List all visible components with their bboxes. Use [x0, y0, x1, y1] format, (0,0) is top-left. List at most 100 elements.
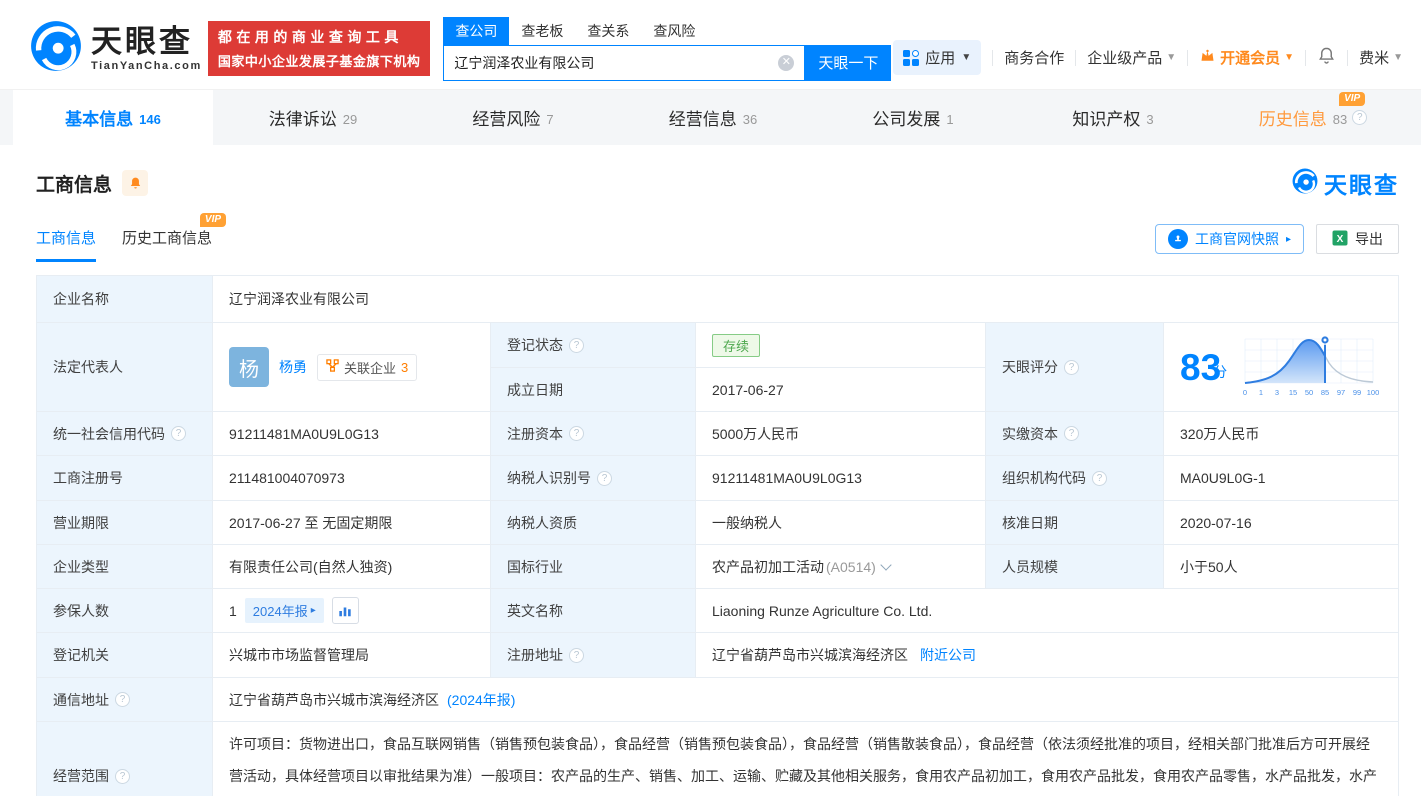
- field-value-taxpayer-quality: 一般纳税人: [696, 501, 986, 545]
- apps-grid-icon: [903, 49, 920, 66]
- help-icon[interactable]: ?: [1092, 470, 1107, 486]
- tab-label: 公司发展: [872, 110, 941, 129]
- tab-label: 经营风险: [472, 110, 541, 129]
- related-companies-badge[interactable]: 关联企业 3: [317, 353, 418, 381]
- nearby-companies-link[interactable]: 附近公司: [920, 645, 976, 665]
- search-tab-company[interactable]: 查公司: [443, 16, 510, 45]
- help-icon[interactable]: ?: [569, 647, 584, 663]
- annual-report-badge[interactable]: 2024年报 ▸: [244, 598, 324, 623]
- svg-text:X: X: [1337, 234, 1344, 245]
- section-title: 工商信息: [36, 174, 113, 196]
- field-label-business-term: 营业期限: [37, 501, 213, 545]
- search-tab-relation[interactable]: 查关系: [575, 17, 641, 45]
- tianyancha-watermark: 天眼查: [1292, 166, 1399, 200]
- search-input-value: 辽宁润泽农业有限公司: [454, 54, 595, 71]
- search-tabs: 查公司 查老板 查关系 查风险: [443, 16, 891, 45]
- field-label-paid-capital: 实缴资本?: [986, 412, 1164, 456]
- nav-business-cooperation[interactable]: 商务合作: [1004, 47, 1064, 68]
- help-icon[interactable]: ?: [569, 337, 584, 353]
- field-label-organization-code: 组织机构代码?: [986, 456, 1164, 501]
- field-value-registered-address: 辽宁省葫芦岛市兴城滨海经济区 附近公司: [696, 633, 1399, 678]
- svg-text:50: 50: [1305, 388, 1313, 397]
- search-input[interactable]: 辽宁润泽农业有限公司 ✕: [443, 44, 806, 81]
- business-info-table: 企业名称 辽宁润泽农业有限公司 法定代表人 杨 杨勇 关联企业 3 登记状态? …: [36, 275, 1399, 796]
- tab-history-info[interactable]: 历史信息 VIP 83 ?: [1213, 90, 1413, 145]
- vip-badge: VIP: [199, 213, 227, 227]
- field-label-establish-date: 成立日期: [491, 368, 696, 412]
- top-navigation: 应用 ▼ 商务合作 企业级产品 ▼ 开通会员 ▼ 费米 ▼: [893, 22, 1403, 75]
- nav-user-menu[interactable]: 费米 ▼: [1359, 47, 1403, 68]
- subtab-business-registration[interactable]: 工商信息: [36, 227, 97, 262]
- field-value-credit-code: 91211481MA0U9L0G13: [213, 412, 491, 456]
- help-icon[interactable]: ?: [1352, 110, 1368, 125]
- chevron-down-icon: ▼: [1166, 52, 1177, 63]
- field-label-registered-address: 注册地址?: [491, 633, 696, 678]
- arrow-right-icon: ▸: [1285, 233, 1291, 245]
- search-tab-boss[interactable]: 查老板: [509, 17, 575, 45]
- legal-rep-name-link[interactable]: 杨勇: [279, 357, 307, 377]
- apps-label: 应用: [925, 50, 956, 67]
- tab-label: 历史信息: [1258, 110, 1327, 129]
- tab-business-info[interactable]: 经营信息 36: [613, 90, 813, 145]
- status-badge: 存续: [712, 333, 761, 357]
- chevron-down-icon[interactable]: [880, 558, 892, 571]
- field-value-legal-representative: 杨 杨勇 关联企业 3: [213, 323, 491, 412]
- subtab-history-registration[interactable]: VIP 历史工商信息: [122, 213, 227, 262]
- help-icon[interactable]: ?: [115, 692, 130, 707]
- tab-count: 29: [342, 111, 358, 127]
- export-button[interactable]: X 导出: [1316, 224, 1399, 254]
- tab-company-development[interactable]: 公司发展 1: [813, 90, 1013, 145]
- help-icon[interactable]: ?: [1064, 359, 1079, 375]
- field-value-business-term: 2017-06-27 至 无固定期限: [213, 501, 491, 545]
- field-value-business-scope: 许可项目：货物进出口，食品互联网销售（销售预包装食品），食品经营（销售预包装食品…: [213, 722, 1399, 796]
- notification-bell-icon[interactable]: [1317, 46, 1336, 69]
- official-snapshot-button[interactable]: 工商官网快照 ▸: [1154, 224, 1304, 254]
- nav-enterprise-products[interactable]: 企业级产品 ▼: [1087, 47, 1176, 68]
- help-icon[interactable]: ?: [171, 426, 186, 441]
- field-value-communication-address: 辽宁省葫芦岛市兴城市滨海经济区 (2024年报): [213, 678, 1399, 722]
- svg-text:3: 3: [1275, 388, 1279, 397]
- nav-enterprise-label: 企业级产品: [1087, 50, 1163, 67]
- field-label-company-name: 企业名称: [37, 276, 213, 323]
- related-companies-count: 3: [401, 359, 409, 375]
- score-unit: 分: [1213, 363, 1228, 380]
- clear-search-icon[interactable]: ✕: [778, 54, 795, 71]
- field-value-organization-code: MA0U9L0G-1: [1164, 456, 1399, 501]
- tab-legal-litigation[interactable]: 法律诉讼 29: [213, 90, 413, 145]
- divider: [1075, 49, 1077, 66]
- annual-report-link[interactable]: (2024年报): [447, 690, 515, 710]
- nav-open-vip[interactable]: 开通会员 ▼: [1199, 47, 1294, 68]
- field-label-score: 天眼评分?: [986, 323, 1164, 412]
- crown-icon: [1199, 48, 1216, 67]
- tianyancha-logo[interactable]: 天眼查 TianYanCha.com: [30, 20, 202, 77]
- field-value-english-name: Liaoning Runze Agriculture Co. Ltd.: [696, 589, 1399, 633]
- tab-operation-risk[interactable]: 经营风险 7: [413, 90, 613, 145]
- legal-rep-avatar[interactable]: 杨: [229, 347, 269, 387]
- help-icon[interactable]: ?: [569, 426, 584, 441]
- logo-domain: TianYanCha.com: [91, 59, 202, 72]
- monitor-bell-icon[interactable]: [122, 170, 149, 196]
- apps-menu-button[interactable]: 应用 ▼: [893, 40, 982, 75]
- tab-count: 36: [742, 111, 758, 127]
- field-value-company-type: 有限责任公司(自然人独资): [213, 545, 491, 589]
- search-button[interactable]: 天眼一下: [805, 44, 892, 81]
- stamp-icon: [1167, 229, 1188, 249]
- field-label-approval-date: 核准日期: [986, 501, 1164, 545]
- tab-intellectual-property[interactable]: 知识产权 3: [1013, 90, 1213, 145]
- industry-code: (A0514): [826, 558, 876, 575]
- help-icon[interactable]: ?: [115, 768, 130, 784]
- help-icon[interactable]: ?: [597, 470, 612, 486]
- tab-count: 83: [1332, 111, 1348, 127]
- divider: [1305, 49, 1307, 66]
- field-value-insured-count: 1 2024年报 ▸: [213, 589, 491, 633]
- field-value-industry: 农产品初加工活动 (A0514): [696, 545, 986, 589]
- watermark-text: 天眼查: [1324, 172, 1399, 198]
- field-label-communication-address: 通信地址?: [37, 678, 213, 722]
- company-section-tabs: 基本信息 146 法律诉讼 29 经营风险 7 经营信息 36 公司发展 1 知…: [0, 90, 1421, 145]
- insured-trend-chart-button[interactable]: [331, 597, 359, 624]
- divider: [1347, 49, 1349, 66]
- field-value-establish-date: 2017-06-27: [696, 368, 986, 412]
- search-tab-risk[interactable]: 查风险: [641, 17, 707, 45]
- tab-basic-info[interactable]: 基本信息 146: [13, 90, 213, 145]
- help-icon[interactable]: ?: [1064, 426, 1079, 441]
